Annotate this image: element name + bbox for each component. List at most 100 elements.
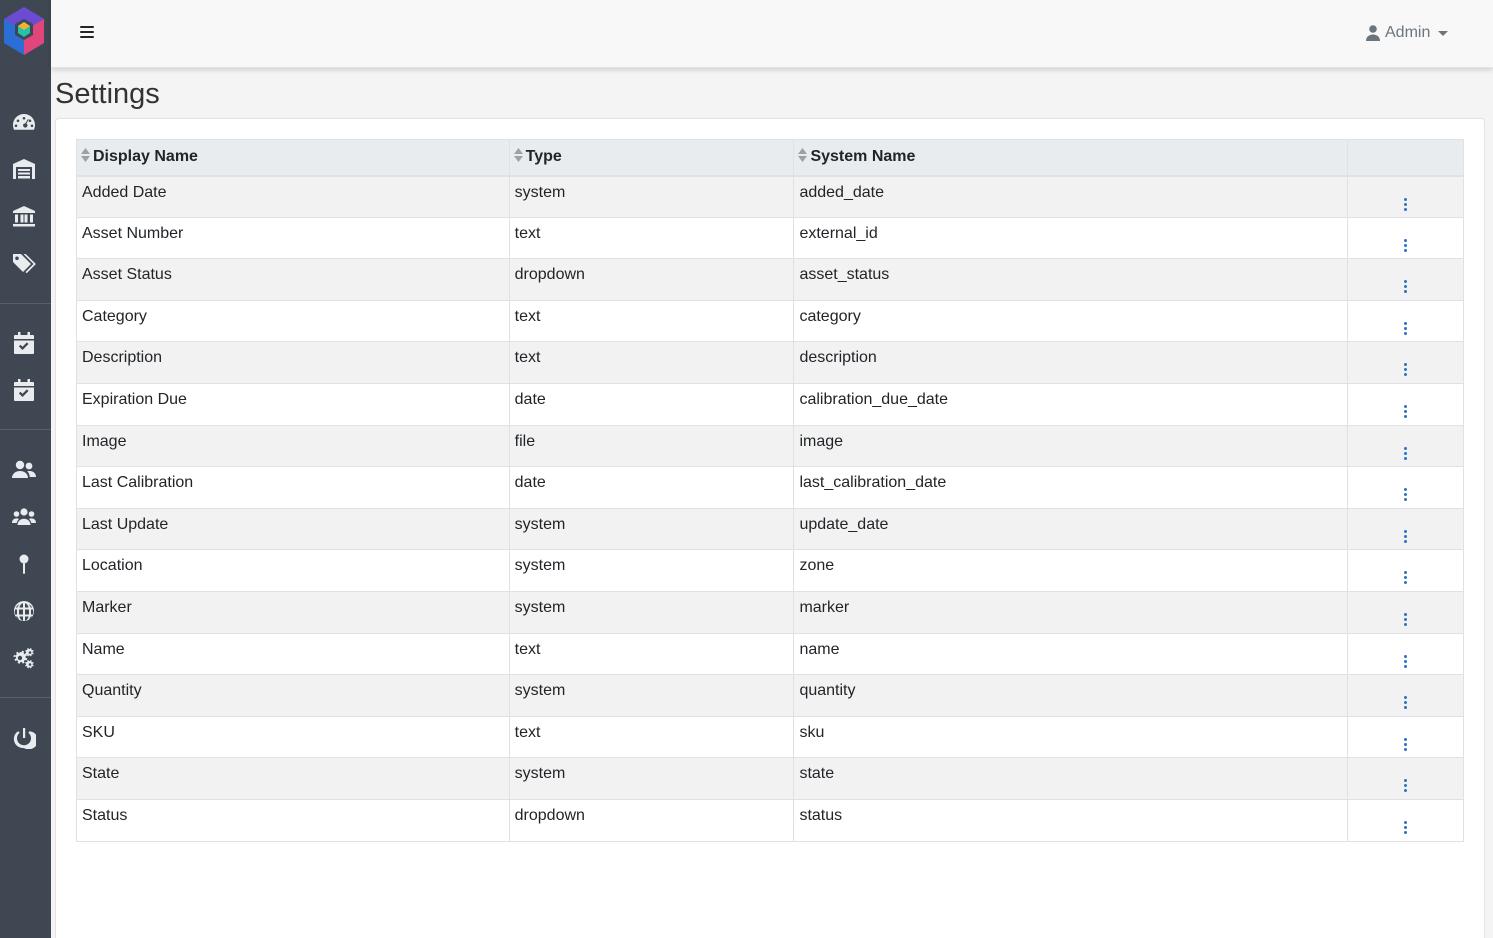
- table-row: Asset Status dropdown asset_status: [76, 258, 1464, 301]
- display-name-cell: SKU: [76, 715, 510, 759]
- column-header-display-name[interactable]: Display Name: [76, 139, 510, 177]
- table-header-row: Display Name Type System Name: [76, 139, 1464, 177]
- table-row: Expiration Due date calibration_due_date: [76, 382, 1464, 426]
- table-row: Last Calibration date last_calibration_dat…: [76, 466, 1464, 509]
- display-name-cell: Category: [76, 299, 510, 343]
- display-name-cell: Added Date: [76, 175, 510, 218]
- settings-cogs-icon[interactable]: [10, 645, 38, 671]
- bank-icon[interactable]: [10, 203, 38, 229]
- display-name-cell: State: [76, 757, 510, 800]
- column-header-type[interactable]: Type: [508, 139, 795, 177]
- tags-icon[interactable]: [10, 250, 38, 276]
- display-name-cell: Asset Status: [76, 258, 510, 301]
- system-name-cell: status: [793, 798, 1349, 842]
- table-row: Quantity system quantity: [76, 674, 1464, 717]
- system-name-cell: zone: [793, 549, 1349, 592]
- sidebar: [0, 0, 51, 938]
- table-row: Description text description: [76, 341, 1464, 384]
- row-actions-cell: [1347, 507, 1464, 551]
- menu-toggle-icon[interactable]: [80, 26, 94, 40]
- more-options-icon[interactable]: [1398, 237, 1413, 254]
- type-cell: system: [508, 757, 795, 800]
- table-row: Asset Number text external_id: [76, 216, 1464, 260]
- more-options-icon[interactable]: [1398, 196, 1413, 213]
- display-name-cell: Last Update: [76, 507, 510, 551]
- table-body: Added Date system added_date Asset Number te…: [76, 175, 1464, 842]
- more-options-icon[interactable]: [1398, 403, 1413, 420]
- display-name-cell: Description: [76, 341, 510, 384]
- type-cell: dropdown: [508, 798, 795, 842]
- type-cell: text: [508, 341, 795, 384]
- calendar-check-icon[interactable]: [10, 330, 38, 356]
- table-row: State system state: [76, 757, 1464, 800]
- more-options-icon[interactable]: [1398, 528, 1413, 545]
- type-cell: date: [508, 466, 795, 509]
- display-name-cell: Quantity: [76, 674, 510, 717]
- row-actions-cell: [1347, 424, 1464, 468]
- power-icon[interactable]: [10, 725, 38, 751]
- table-row: Status dropdown status: [76, 798, 1464, 842]
- more-options-icon[interactable]: [1398, 569, 1413, 586]
- row-actions-cell: [1347, 798, 1464, 842]
- row-actions-cell: [1347, 216, 1464, 260]
- more-options-icon[interactable]: [1398, 320, 1413, 337]
- more-options-icon[interactable]: [1398, 694, 1413, 711]
- map-pin-icon[interactable]: [10, 551, 38, 577]
- user-menu-dropdown[interactable]: Admin: [1366, 22, 1449, 44]
- row-actions-cell: [1347, 632, 1464, 676]
- row-actions-cell: [1347, 549, 1464, 592]
- settings-table: Display Name Type System Name Added Date…: [76, 139, 1464, 842]
- sort-icon: [81, 148, 90, 167]
- globe-icon[interactable]: [10, 598, 38, 624]
- table-row: Added Date system added_date: [76, 175, 1464, 218]
- system-name-cell: image: [793, 424, 1349, 468]
- row-actions-cell: [1347, 466, 1464, 509]
- display-name-cell: Status: [76, 798, 510, 842]
- type-cell: system: [508, 674, 795, 717]
- more-options-icon[interactable]: [1398, 819, 1413, 836]
- settings-card: Display Name Type System Name Added Date…: [55, 118, 1485, 938]
- calendar-check-icon[interactable]: [10, 377, 38, 403]
- type-cell: text: [508, 299, 795, 343]
- user-group-icon[interactable]: [10, 504, 38, 530]
- more-options-icon[interactable]: [1398, 361, 1413, 378]
- system-name-cell: added_date: [793, 175, 1349, 218]
- system-name-cell: calibration_due_date: [793, 382, 1349, 426]
- display-name-cell: Asset Number: [76, 216, 510, 260]
- more-options-icon[interactable]: [1398, 653, 1413, 670]
- more-options-icon[interactable]: [1398, 611, 1413, 628]
- more-options-icon[interactable]: [1398, 445, 1413, 462]
- row-actions-cell: [1347, 382, 1464, 426]
- type-cell: system: [508, 507, 795, 551]
- table-row: Last Update system update_date: [76, 507, 1464, 551]
- table-row: Image file image: [76, 424, 1464, 468]
- display-name-cell: Expiration Due: [76, 382, 510, 426]
- type-cell: system: [508, 549, 795, 592]
- sort-icon: [798, 148, 808, 167]
- system-name-cell: asset_status: [793, 258, 1349, 301]
- type-cell: file: [508, 424, 795, 468]
- row-actions-cell: [1347, 757, 1464, 800]
- more-options-icon[interactable]: [1398, 486, 1413, 503]
- table-row: Category text category: [76, 299, 1464, 343]
- row-actions-cell: [1347, 590, 1464, 634]
- system-name-cell: state: [793, 757, 1349, 800]
- column-header-system-name[interactable]: System Name: [793, 139, 1349, 177]
- warehouse-icon[interactable]: [10, 156, 38, 182]
- logo-icon[interactable]: [0, 5, 48, 59]
- more-options-icon[interactable]: [1398, 278, 1413, 295]
- display-name-cell: Marker: [76, 590, 510, 634]
- users-icon[interactable]: [10, 457, 38, 483]
- type-cell: text: [508, 715, 795, 759]
- type-cell: text: [508, 216, 795, 260]
- page-title: Settings: [55, 78, 160, 110]
- display-name-cell: Name: [76, 632, 510, 676]
- more-options-icon[interactable]: [1398, 736, 1413, 753]
- display-name-cell: Last Calibration: [76, 466, 510, 509]
- more-options-icon[interactable]: [1398, 777, 1413, 794]
- row-actions-cell: [1347, 299, 1464, 343]
- dashboard-icon[interactable]: [10, 109, 38, 135]
- system-name-cell: last_calibration_date: [793, 466, 1349, 509]
- user-icon: [1366, 25, 1380, 41]
- display-name-cell: Image: [76, 424, 510, 468]
